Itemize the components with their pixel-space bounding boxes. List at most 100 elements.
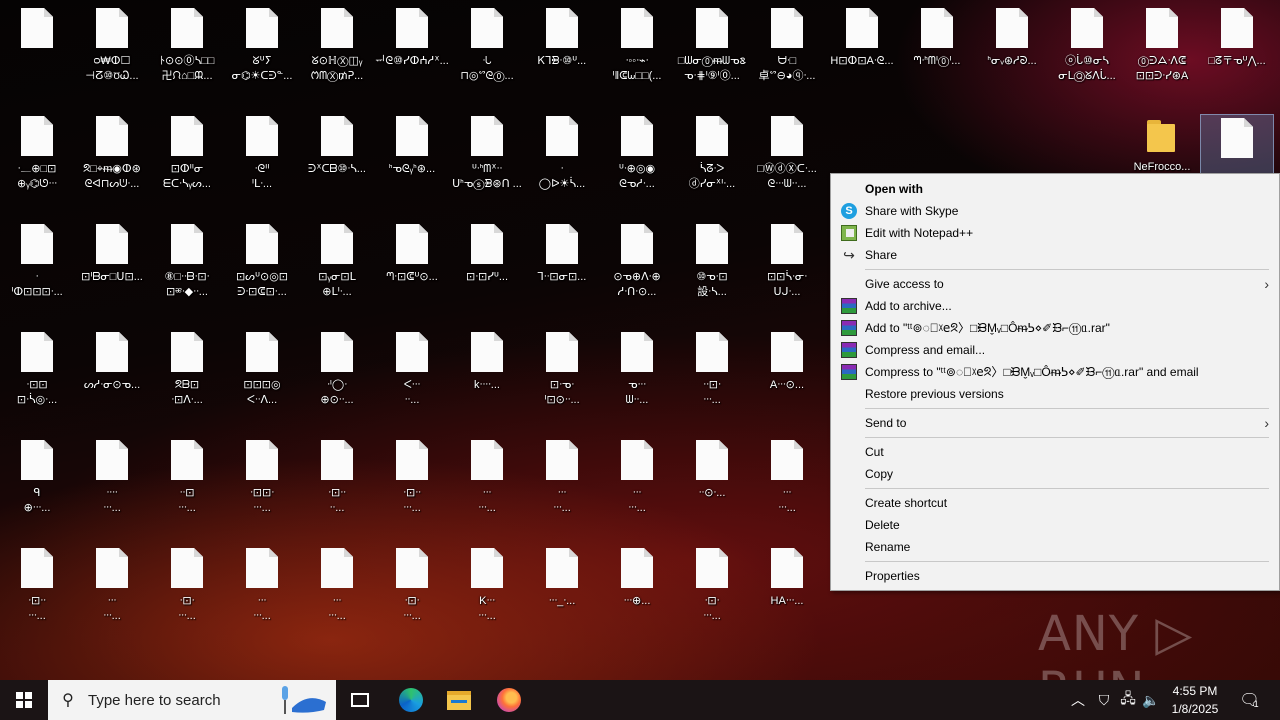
- desktop-file-icon[interactable]: ᐧ⊡ᐧᐧ ᐧᐧᐧ...: [375, 432, 449, 532]
- desktop-file-icon[interactable]: ⑧□ᐧᐧᗷᐧ⊡ᐧ ⊡ᵆᐧ◆ᐧᐧ...: [150, 216, 224, 316]
- taskbar-search-box[interactable]: ⚲ Type here to search: [48, 680, 336, 720]
- action-center-button[interactable]: 🗨 1: [1234, 680, 1264, 720]
- selected-file-icon[interactable]: [1200, 114, 1274, 174]
- desktop-file-icon[interactable]: ⊡ⵀᑊᑊᓂ ᗴᑕᐧᓴᵧᔕ...: [150, 108, 224, 208]
- desktop-file-icon[interactable]: □ⓌⓓⓍᑕᐧ... ᘓᐧᐧᐧᗯᐧᐧ...: [750, 108, 824, 208]
- desktop-file-icon[interactable]: ᐧ ◯ᐅ☀ᓵ...: [525, 108, 599, 208]
- desktop-file-icon[interactable]: ⊡ᑊᗷᓂ□ᑌ⊡...: [75, 216, 149, 316]
- desktop-file-icon[interactable]: ᆔᘓ⑩ᓯⵀⵄᓱᕁ...: [375, 0, 449, 100]
- desktop-file-icon[interactable]: ⊙ᓀ⊕ᐱᐧ⊕ ᓱᐧᑎᐧ⊙...: [600, 216, 674, 316]
- desktop-file-icon[interactable]: ⊡ᐧ⊡ᓯᓑ...: [450, 216, 524, 316]
- menu-cut[interactable]: Cut: [831, 441, 1279, 463]
- menu-properties[interactable]: Properties: [831, 565, 1279, 587]
- desktop-file-icon[interactable]: ᐧᘓᑊᑊ ᑊᒪᐧ...: [225, 108, 299, 208]
- desktop-file-icon[interactable]: ᘉᐧᑋᗰᑊ⓪ᑊ...: [900, 0, 974, 100]
- desktop-file-icon[interactable]: ᐧᐧᐧ ᐧᐧᐧ...: [75, 540, 149, 640]
- desktop-file-icon[interactable]: ᓑᐧᑋᗰᕁᐧᐧ ᑌᑋᓀⓢᗾ⊛ᑎ ...: [450, 108, 524, 208]
- desktop-file-icon[interactable]: ᐧᐧ⊡ᐧ ᐧᐧᐧ...: [675, 324, 749, 424]
- menu-compress-and-email[interactable]: Compress and email...: [831, 339, 1279, 361]
- desktop-file-icon[interactable]: ⊡ᵧᓂ⊡ᒪ ⊕ᒪᑊᐧ...: [300, 216, 374, 316]
- desktop-file-icon[interactable]: ᗨᐧ□ 卓ᔥ⊖◕ⓠᐧ...: [750, 0, 824, 100]
- desktop-file-icon[interactable]: ﾄ⊙⊙⓪ᓴ□□ 卍ᙁ⌂□ᙕ...: [150, 0, 224, 100]
- show-hidden-icons-button[interactable]: ︿: [1066, 680, 1090, 720]
- desktop-file-icon[interactable]: ᑫ ⊕ᐧᐧᐧ...: [0, 432, 74, 532]
- desktop-file-icon[interactable]: ᘜᓑⵢ ᓂ⌬☀ᑕᕭᓐ...: [225, 0, 299, 100]
- desktop-file-icon[interactable]: ᐧ⊡ᐧᐧ ᐧᐧ...: [300, 432, 374, 532]
- menu-rename[interactable]: Rename: [831, 536, 1279, 558]
- desktop-file-icon[interactable]: ᘝ□⌖ᵯ◉ⵀ⊛ ᘓᐊ⊓ᔕᕫᐧ...: [75, 108, 149, 208]
- desktop-file-icon[interactable]: ᐧᐧᐧᐧ ᐧᐧᐧ...: [75, 432, 149, 532]
- desktop-file-icon[interactable]: ⊡⊡⊡◎ ᐸᐧᐧᐱ...: [225, 324, 299, 424]
- menu-open-with[interactable]: Open with: [831, 178, 1279, 200]
- desktop-file-icon[interactable]: □ᗯᓂ⓪ᵯᗯᓀᰣ ᓀᐧ⋕ᑊ⑨ᑊ⓪...: [675, 0, 749, 100]
- desktop-file-icon[interactable]: ᐧᐧᐧ ᐧᐧᐧ...: [600, 432, 674, 532]
- desktop-file-icon[interactable]: ᘝᗷ⊡ ᐧ⊡ᐱᐧ...: [150, 324, 224, 424]
- taskbar-firefox[interactable]: [486, 680, 532, 720]
- desktop-file-icon[interactable]: ᴑ₩ⵀ☐ ⊣ⵒ⑩ᰗᏇ...: [75, 0, 149, 100]
- taskbar-file-explorer[interactable]: [436, 680, 482, 720]
- taskbar-edge[interactable]: [388, 680, 434, 720]
- desktop-file-icon[interactable]: ᐧᑊ◯ᐧ ⊕⊙ᐧᐧ...: [300, 324, 374, 424]
- desktop-file-icon[interactable]: ᔕᓱᐧᓂ⊙ᓀ...: [75, 324, 149, 424]
- desktop-file-icon[interactable]: ᐧᘂ ⊓◎ᔥᘓ⓪...: [450, 0, 524, 100]
- desktop-file-icon[interactable]: ⊡ᐧᓀᐧ ᑊ⊡⊙ᐧᐧ...: [525, 324, 599, 424]
- desktop-file-icon[interactable]: ᐧᐧ⊙ᐧ...: [675, 432, 749, 532]
- desktop-file-icon[interactable]: ᓑᐧ⊕◎◉ ᘓᓀᓱᐧ...: [600, 108, 674, 208]
- desktop-file-icon[interactable]: ⓪ᕭᗋᐧᐱᕳ ⊡⊡ᕭᐧᓯ⊛A: [1125, 0, 1199, 100]
- desktop-file-icon[interactable]: ᐧᐧᐧ⊕...: [600, 540, 674, 640]
- desktop-file-icon[interactable]: ᐧ⊡ᐧ ᐧᐧᐧ...: [675, 540, 749, 640]
- desktop-file-icon[interactable]: ⊡ᔕᓑ⊙◎⊡ ᕭᐧ⊡ᕳ⊡ᐧ...: [225, 216, 299, 316]
- desktop-file-icon[interactable]: ᐧ᎗⊕□⊡ ⊕ᵧ⌬ᘎᐧᐧᐧ: [0, 108, 74, 208]
- start-button[interactable]: [0, 680, 48, 720]
- desktop-file-icon[interactable]: ᐧ◦◦ᐧ⌁ᐧ ᑊ‖ᕳᘈ□□(...: [600, 0, 674, 100]
- desktop-file-icon[interactable]: ᘜ⊙ℍⓍ◫ᵧ ᱬᗰⓍ₥ᕈ...: [300, 0, 374, 100]
- desktop-file-icon[interactable]: ᐧᐧᐧ ᐧᐧᐧ...: [525, 432, 599, 532]
- desktop-file-icon[interactable]: ᘉᐧ⊡ᕳᓑ⊙...: [375, 216, 449, 316]
- menu-create-shortcut[interactable]: Create shortcut: [831, 492, 1279, 514]
- menu-send-to[interactable]: Send to ›: [831, 412, 1279, 434]
- desktop-file-icon[interactable]: ᐧᐧᐧ_ᐧ...: [525, 540, 599, 640]
- desktop-file-icon[interactable]: ᐧ⊡⊡ᐧ ᐧᐧᐧ...: [225, 432, 299, 532]
- desktop-file-icon[interactable]: ᐧ⊡ᐧᐧ ᐧᐧᐧ...: [0, 540, 74, 640]
- menu-copy[interactable]: Copy: [831, 463, 1279, 485]
- tray-security[interactable]: ⛉: [1092, 680, 1116, 720]
- desktop-file-icon[interactable]: [0, 0, 74, 100]
- menu-delete[interactable]: Delete: [831, 514, 1279, 536]
- desktop-file-icon[interactable]: ᐧᐧᐧ ᐧᐧᐧ...: [750, 432, 824, 532]
- desktop-file-icon[interactable]: ᐧᐧᐧ ᐧᐧᐧ...: [225, 540, 299, 640]
- desktop-file-icon[interactable]: ᐸᐧᐧᐧ ᐧᐧ...: [375, 324, 449, 424]
- desktop-file-icon[interactable]: ᑋᓀᘓᵧᑋ⊛...: [375, 108, 449, 208]
- taskbar-clock[interactable]: 4:55 PM 1/8/2025: [1160, 682, 1230, 718]
- tray-network[interactable]: 🖧: [1116, 680, 1140, 720]
- tray-volume[interactable]: 🔈: [1140, 680, 1162, 720]
- menu-give-access-to[interactable]: Give access to ›: [831, 273, 1279, 295]
- menu-share-with-skype[interactable]: S Share with Skype: [831, 200, 1279, 222]
- desktop-file-icon[interactable]: Kᐧᐧᐧ ᐧᐧᐧ...: [450, 540, 524, 640]
- desktop-file-icon[interactable]: ᕭᕁᑕᗷ⑩ᐧᓴ...: [300, 108, 374, 208]
- desktop-file-icon[interactable]: ᐧᐧ⊡ ᐧᐧᐧ...: [150, 432, 224, 532]
- menu-add-to-rar[interactable]: Add to "ᵗᵗ⊚◌᪻ᵡ𝖾ᘝ〉□ᙝM̬ᵥ□Ôᵯᕊ⋄✐ᙘ⌐⑪ᥲ.rar": [831, 317, 1279, 339]
- menu-compress-to-rar-and-email[interactable]: Compress to "ᵗᵗ⊚◌᪻ᵡ𝖾ᘝ〉□ᙝM̬ᵥ□Ôᵯᕊ⋄✐ᙘ⌐⑪ᥲ.ra…: [831, 361, 1279, 383]
- desktop-file-icon[interactable]: ᐧᐧᐧ ᐧᐧᐧ...: [450, 432, 524, 532]
- desktop-file-icon[interactable]: ⓞᒑ⑩ᓂᓴ ᓂᒪⓆᘜᐱᒑ...: [1050, 0, 1124, 100]
- task-view-button[interactable]: [338, 680, 382, 720]
- desktop-file-icon[interactable]: ᐧ⊡⊡ ⊡ᐧᓵ◎ᐧ...: [0, 324, 74, 424]
- menu-share[interactable]: ↪ Share: [831, 244, 1279, 266]
- menu-add-to-archive[interactable]: Add to archive...: [831, 295, 1279, 317]
- desktop-file-icon[interactable]: ᓀᐧᐧᐧ ᗯᐧᐧ...: [600, 324, 674, 424]
- desktop-file-icon[interactable]: ⅂ᐧᐧ⊡ᓂ⊡...: [525, 216, 599, 316]
- desktop-file-icon[interactable]: HAᐧᐧᐧ...: [750, 540, 824, 640]
- desktop-file-icon[interactable]: Aᐧᐧᐧ⊙...: [750, 324, 824, 424]
- desktop-file-icon[interactable]: □ᘔ〒ᓀᓑ⋀...: [1200, 0, 1274, 100]
- desktop-file-icon[interactable]: H⊡ⵀ⊡Aᐧᘓ...: [825, 0, 899, 100]
- menu-restore-previous-versions[interactable]: Restore previous versions: [831, 383, 1279, 405]
- menu-edit-with-notepad[interactable]: Edit with Notepad++: [831, 222, 1279, 244]
- desktop-file-icon[interactable]: ᓵᘔᐧᐳ ⓓᓯᓂᕁᑊᐧ...: [675, 108, 749, 208]
- desktop-file-icon[interactable]: ᐧ⊡ᐧ ᐧᐧᐧ...: [150, 540, 224, 640]
- desktop-file-icon[interactable]: Ꮶ⅂ᙪᐧ⑩ᓑ...: [525, 0, 599, 100]
- desktop-file-icon[interactable]: ᑋᓂᵥ⊛ᓱᘐ...: [975, 0, 1049, 100]
- desktop-file-icon[interactable]: kᐧᐧᐧᐧ...: [450, 324, 524, 424]
- desktop-file-icon[interactable]: ᐧᐧᐧ ᐧᐧᐧ...: [300, 540, 374, 640]
- desktop-file-icon[interactable]: ⊡⊡ᓵᐧᓂᐧ ᑌᒍᐧ...: [750, 216, 824, 316]
- desktop-file-icon[interactable]: ⑩ᓀᐧ⊡ 設ᐧᓴ...: [675, 216, 749, 316]
